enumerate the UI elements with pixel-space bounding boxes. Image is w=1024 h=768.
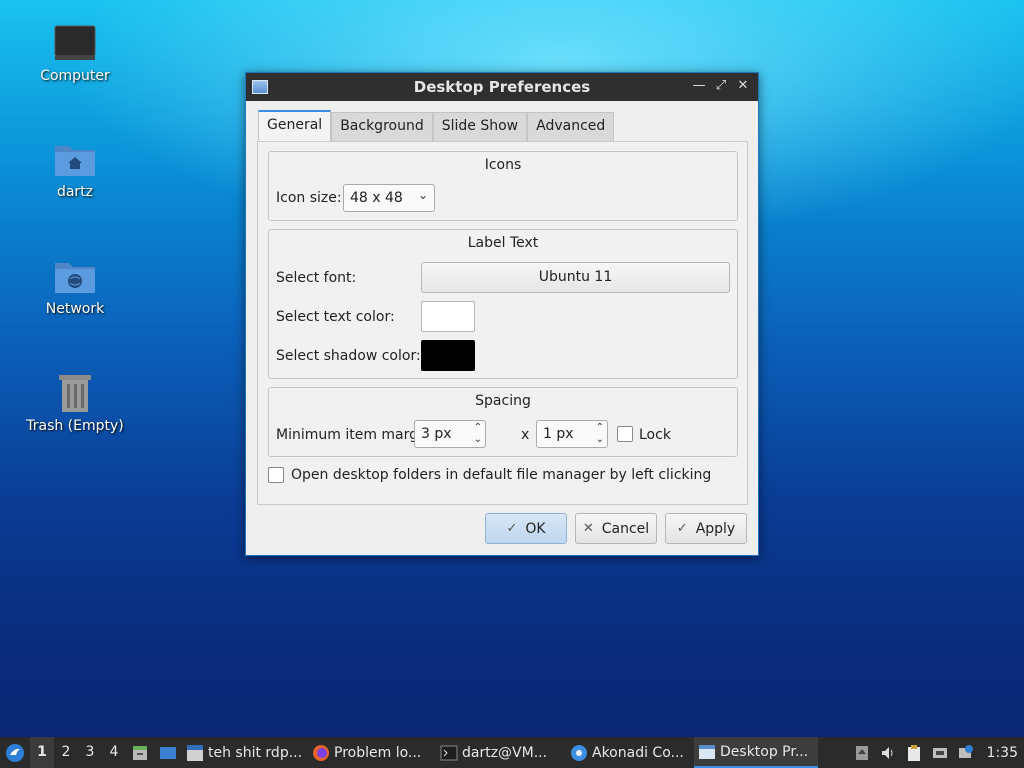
text-color-label: Select text color: [276,309,395,325]
group-title: Spacing [475,393,531,409]
file-cabinet-icon [133,745,147,760]
label-text-group: Label Text Select font: Ubuntu 11 Select… [268,229,738,379]
network-folder-icon [55,263,95,293]
tab-bar: General Background Slide Show Advanced [258,110,615,141]
file-manager-launcher[interactable] [126,737,154,768]
window-app-icon [252,80,268,94]
open-folders-label: Open desktop folders in default file man… [291,467,712,483]
cancel-x-icon: ✕ [582,521,594,536]
spacing-group: Spacing Minimum item margins: 3 px ⌃ ⌄ x … [268,387,738,457]
lock-checkbox[interactable] [617,426,633,442]
trash-icon [59,375,91,412]
workspace-3[interactable]: 3 [78,737,102,768]
task-firefox[interactable]: Problem lo... [308,737,436,768]
tab-background[interactable]: Background [331,112,433,141]
icon-size-value: 48 x 48 [350,190,403,206]
check-icon: ✓ [676,521,688,536]
task-label: Problem lo... [334,744,422,761]
tab-advanced[interactable]: Advanced [527,112,615,141]
desktop-icon-network[interactable]: Network [15,257,135,317]
desktop-icon [160,746,176,759]
apply-label: Apply [695,520,736,537]
check-icon: ✓ [506,521,518,536]
firefox-icon [313,744,329,761]
clock[interactable]: 1:35 [987,745,1018,761]
desktop-icon-label: dartz [56,184,94,200]
icon-size-label: Icon size: [276,190,342,206]
workspace-2[interactable]: 2 [54,737,78,768]
cancel-label: Cancel [601,520,650,537]
spin-arrows-icon[interactable]: ⌃ ⌄ [596,422,604,446]
chevron-down-icon: ⌄ [417,188,428,202]
lxqt-logo-icon [6,743,24,762]
task-terminal[interactable]: dartz@VM... [436,737,566,768]
task-label: dartz@VM... [462,744,548,761]
akonadi-icon [571,744,587,761]
clipboard-icon[interactable] [905,744,923,762]
times-label: x [521,427,530,443]
text-color-button[interactable] [421,301,475,332]
task-akonadi[interactable]: Akonadi Co... [566,737,694,768]
margin-x-value: 3 px [421,426,452,442]
spin-arrows-icon[interactable]: ⌃ ⌄ [474,422,482,446]
group-title: Icons [484,157,522,173]
maximize-icon[interactable]: ⤢ [712,77,730,95]
terminal-icon [440,745,458,760]
ok-button[interactable]: ✓ OK [485,513,567,544]
computer-icon [54,25,96,60]
dialog-title: Desktop Preferences [413,78,591,96]
app-window-icon [699,744,715,759]
ok-label: OK [525,520,546,537]
desktop-icon-trash[interactable]: Trash (Empty) [15,372,135,434]
task-label: Desktop Pr... [720,743,809,760]
shadow-color-button[interactable] [421,340,475,371]
task-desktop-preferences[interactable]: Desktop Pr... [694,737,818,768]
icons-group: Icons Icon size: 48 x 48 ⌄ [268,151,738,221]
group-title: Label Text [467,235,539,251]
margin-y-spinbox[interactable]: 1 px ⌃ ⌄ [536,420,608,448]
app-window-icon [187,744,203,761]
desktop-icon-label: Network [45,301,105,317]
cancel-button[interactable]: ✕ Cancel [575,513,657,544]
workspace-4[interactable]: 4 [102,737,126,768]
notification-icon[interactable] [957,744,975,762]
home-folder-icon [55,146,95,176]
icon-size-select[interactable]: 48 x 48 ⌄ [343,184,435,212]
desktop-icon-computer[interactable]: Computer [15,24,135,84]
volume-icon[interactable] [879,744,897,762]
desktop-icon-label: Trash (Empty) [26,418,124,434]
open-folders-checkbox[interactable] [268,467,284,483]
minimize-icon[interactable]: — [690,77,708,95]
desktop-icon-label: Computer [40,68,110,84]
tab-slide-show[interactable]: Slide Show [432,112,528,141]
task-label: Akonadi Co... [592,744,684,761]
lock-label: Lock [639,427,671,443]
task-label: teh shit rdp... [208,744,303,761]
eject-icon[interactable] [853,744,871,762]
select-font-button[interactable]: Ubuntu 11 [421,262,730,293]
margin-y-value: 1 px [543,426,574,442]
close-icon[interactable]: ✕ [734,77,752,95]
task-rdp[interactable]: teh shit rdp... [182,737,308,768]
shadow-color-label: Select shadow color: [276,348,421,364]
desktop-preferences-dialog: Desktop Preferences — ⤢ ✕ General Backgr… [245,72,759,556]
dialog-titlebar[interactable]: Desktop Preferences — ⤢ ✕ [246,73,758,101]
margin-x-spinbox[interactable]: 3 px ⌃ ⌄ [414,420,486,448]
show-desktop-button[interactable] [154,737,182,768]
system-tray: 1:35 [853,737,1024,768]
network-wired-icon[interactable] [931,744,949,762]
workspace-1[interactable]: 1 [30,737,54,768]
tab-general[interactable]: General [258,110,332,141]
start-menu-button[interactable] [0,737,30,768]
taskbar: 1 2 3 4 teh shit rdp... Problem lo... da… [0,737,1024,768]
apply-button[interactable]: ✓ Apply [665,513,747,544]
font-label: Select font: [276,270,357,286]
desktop-icon-home[interactable]: dartz [15,140,135,200]
general-tab-panel: Icons Icon size: 48 x 48 ⌄ Label Text Se… [257,141,748,505]
